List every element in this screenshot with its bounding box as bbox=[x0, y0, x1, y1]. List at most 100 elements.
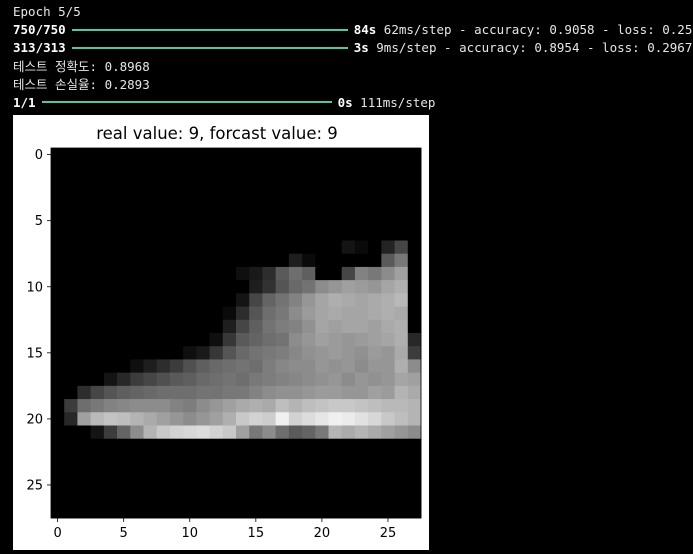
image-pixel bbox=[90, 306, 105, 321]
image-pixel bbox=[90, 319, 105, 334]
image-pixel bbox=[249, 240, 263, 255]
image-pixel bbox=[236, 504, 250, 519]
image-pixel bbox=[143, 372, 158, 387]
image-pixel bbox=[302, 478, 316, 492]
image-pixel bbox=[222, 491, 237, 506]
image-pixel bbox=[315, 161, 329, 175]
image-pixel bbox=[51, 333, 65, 347]
image-pixel bbox=[341, 346, 356, 360]
image-pixel bbox=[262, 451, 277, 466]
y-tick-label: 0 bbox=[35, 148, 43, 163]
image-pixel bbox=[315, 412, 329, 426]
image-pixel bbox=[117, 333, 131, 347]
image-pixel bbox=[51, 504, 65, 519]
image-pixel bbox=[183, 280, 197, 294]
image-pixel bbox=[209, 399, 224, 413]
image-pixel bbox=[381, 174, 395, 189]
image-pixel bbox=[368, 438, 382, 453]
image-pixel bbox=[90, 148, 105, 162]
image-pixel bbox=[275, 214, 290, 228]
image-pixel bbox=[90, 425, 105, 440]
y-tick-label: 5 bbox=[35, 214, 43, 229]
image-pixel bbox=[236, 161, 250, 175]
image-pixel bbox=[156, 491, 171, 506]
image-pixel bbox=[302, 333, 316, 347]
image-pixel bbox=[196, 504, 210, 519]
image-pixel bbox=[103, 200, 118, 215]
image-pixel bbox=[354, 266, 369, 281]
image-pixel bbox=[236, 451, 250, 466]
image-pixel bbox=[222, 306, 237, 321]
image-pixel bbox=[196, 319, 210, 334]
image-pixel bbox=[103, 148, 118, 162]
image-pixel bbox=[90, 293, 105, 307]
image-pixel bbox=[249, 187, 263, 202]
image-pixel bbox=[315, 346, 329, 360]
image-pixel bbox=[288, 319, 303, 334]
image-pixel bbox=[275, 504, 290, 519]
image-pixel bbox=[143, 346, 158, 360]
image-pixel bbox=[156, 187, 171, 202]
x-tick-label: 25 bbox=[380, 526, 397, 541]
image-pixel bbox=[77, 359, 92, 374]
image-pixel bbox=[130, 465, 144, 479]
image-pixel bbox=[341, 214, 356, 228]
image-pixel bbox=[196, 412, 210, 426]
image-pixel bbox=[103, 227, 118, 241]
image-pixel bbox=[196, 293, 210, 307]
image-pixel bbox=[249, 293, 263, 307]
image-pixel bbox=[77, 346, 92, 360]
image-pixel bbox=[394, 187, 409, 202]
image-pixel bbox=[302, 438, 316, 453]
image-plot: real value: 9, forcast value: 9 0 5 10 15 20… bbox=[26, 124, 422, 541]
image-pixel bbox=[196, 227, 210, 241]
image-pixel bbox=[236, 200, 250, 215]
image-pixel bbox=[196, 491, 210, 506]
image-pixel bbox=[302, 412, 316, 426]
image-pixel bbox=[156, 451, 171, 466]
image-pixel bbox=[275, 280, 290, 294]
x-tick-label: 0 bbox=[53, 526, 61, 541]
image-pixel bbox=[236, 293, 250, 307]
image-pixel bbox=[407, 266, 422, 281]
image-pixel bbox=[315, 372, 329, 387]
image-pixel bbox=[64, 372, 78, 387]
image-pixel bbox=[262, 161, 277, 175]
image-pixel bbox=[275, 240, 290, 255]
plot-title: real value: 9, forcast value: 9 bbox=[96, 124, 338, 143]
image-pixel bbox=[130, 451, 144, 466]
image-pixel bbox=[51, 399, 65, 413]
image-pixel bbox=[169, 319, 184, 334]
image-pixel bbox=[341, 451, 356, 466]
image-pixel bbox=[262, 280, 277, 294]
image-pixel bbox=[90, 438, 105, 453]
image-pixel bbox=[236, 266, 250, 281]
image-pixel bbox=[143, 266, 158, 281]
image-pixel bbox=[394, 306, 409, 321]
image-pixel bbox=[407, 319, 422, 334]
image-pixel bbox=[196, 306, 210, 321]
image-pixel bbox=[130, 240, 144, 255]
image-pixel bbox=[302, 319, 316, 334]
image-pixel bbox=[381, 451, 395, 466]
image-pixel bbox=[183, 253, 197, 268]
image-pixel bbox=[209, 425, 224, 440]
image-pixel bbox=[77, 253, 92, 268]
image-pixel bbox=[130, 372, 144, 387]
image-pixel bbox=[103, 385, 118, 400]
image-pixel bbox=[90, 200, 105, 215]
image-pixel bbox=[103, 333, 118, 347]
image-pixel bbox=[328, 412, 343, 426]
image-pixel bbox=[368, 319, 382, 334]
image-pixel bbox=[315, 385, 329, 400]
image-pixel bbox=[196, 399, 210, 413]
image-pixel bbox=[315, 359, 329, 374]
image-pixel bbox=[103, 306, 118, 321]
image-pixel bbox=[368, 174, 382, 189]
image-pixel bbox=[64, 491, 78, 506]
image-pixel bbox=[90, 412, 105, 426]
image-pixel bbox=[143, 214, 158, 228]
predict-step-count: 1/1 bbox=[13, 94, 36, 110]
image-pixel bbox=[117, 148, 131, 162]
image-pixel bbox=[315, 504, 329, 519]
